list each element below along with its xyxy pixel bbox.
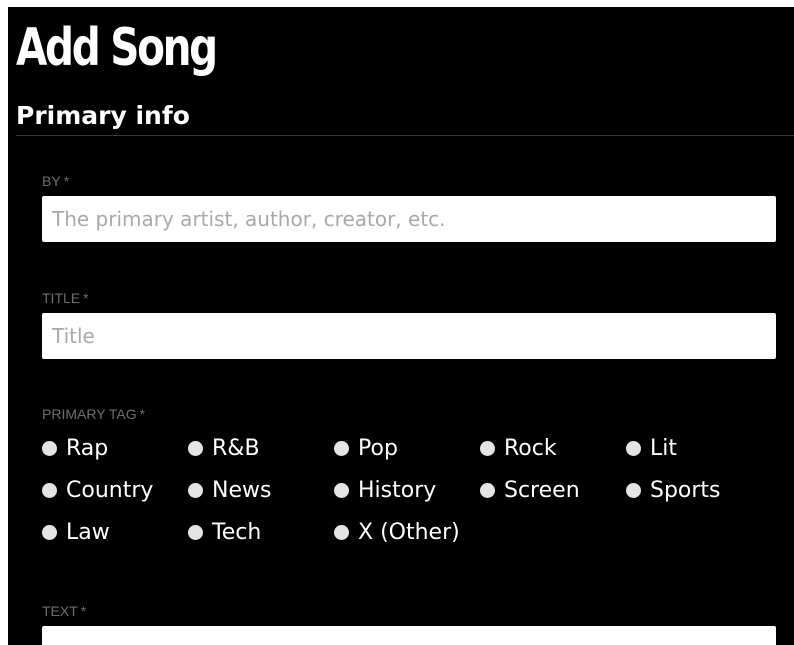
section-divider — [16, 135, 794, 136]
tag-option-rnb[interactable]: R&B — [188, 427, 334, 469]
primary-tag-radio-group: Rap R&B Pop Rock Lit Country News Histor… — [42, 427, 782, 553]
tag-label: Tech — [212, 519, 262, 545]
radio-button[interactable] — [626, 440, 641, 456]
tag-label: News — [212, 477, 272, 503]
tag-label: Sports — [650, 477, 721, 503]
radio-button[interactable] — [188, 524, 203, 540]
tag-option-rap[interactable]: Rap — [42, 427, 188, 469]
by-label-text: BY — [42, 173, 61, 189]
radio-button[interactable] — [334, 482, 349, 498]
tag-label: History — [358, 477, 437, 503]
radio-button[interactable] — [626, 482, 641, 498]
primary-tag-label-text: PRIMARY TAG — [42, 406, 137, 422]
add-song-screen: Add Song Primary info BY* TITLE* PRIMARY… — [8, 7, 794, 645]
tag-label: Rock — [504, 435, 557, 461]
tag-label: Pop — [358, 435, 398, 461]
by-required-mark: * — [63, 173, 70, 189]
radio-button[interactable] — [42, 482, 57, 498]
tag-option-sports[interactable]: Sports — [626, 469, 772, 511]
tag-label: Lit — [650, 435, 677, 461]
tag-label: Law — [66, 519, 110, 545]
by-input[interactable] — [42, 196, 776, 242]
tag-option-law[interactable]: Law — [42, 511, 188, 553]
text-required-mark: * — [80, 603, 87, 619]
tag-label: X (Other) — [358, 519, 460, 545]
primary-tag-required-mark: * — [139, 406, 146, 422]
title-required-mark: * — [83, 290, 89, 306]
tag-option-lit[interactable]: Lit — [626, 427, 772, 469]
radio-button[interactable] — [42, 524, 57, 540]
by-field-label: BY * — [42, 173, 69, 189]
text-field-label: TEXT * — [42, 603, 86, 619]
text-input[interactable] — [42, 626, 776, 645]
tag-label: Country — [66, 477, 154, 503]
tag-option-history[interactable]: History — [334, 469, 480, 511]
radio-button[interactable] — [188, 440, 203, 456]
tag-label: Screen — [504, 477, 580, 503]
tag-option-tech[interactable]: Tech — [188, 511, 334, 553]
title-label-text: TITLE — [42, 290, 81, 306]
tag-option-news[interactable]: News — [188, 469, 334, 511]
title-input[interactable] — [42, 313, 776, 359]
tag-option-other[interactable]: X (Other) — [334, 511, 480, 553]
tag-label: Rap — [66, 435, 109, 461]
radio-button[interactable] — [480, 440, 495, 456]
radio-button[interactable] — [42, 440, 57, 456]
tag-option-country[interactable]: Country — [42, 469, 188, 511]
primary-info-heading: Primary info — [16, 101, 190, 130]
page-title: Add Song — [16, 18, 218, 78]
primary-tag-field-label: PRIMARY TAG * — [42, 406, 145, 422]
radio-button[interactable] — [480, 482, 495, 498]
radio-button[interactable] — [188, 482, 203, 498]
tag-option-rock[interactable]: Rock — [480, 427, 626, 469]
text-label-text: TEXT — [42, 603, 78, 619]
tag-option-pop[interactable]: Pop — [334, 427, 480, 469]
radio-button[interactable] — [334, 524, 349, 540]
tag-option-screen[interactable]: Screen — [480, 469, 626, 511]
title-field-label: TITLE * — [42, 290, 89, 306]
tag-label: R&B — [212, 435, 260, 461]
radio-button[interactable] — [334, 440, 349, 456]
